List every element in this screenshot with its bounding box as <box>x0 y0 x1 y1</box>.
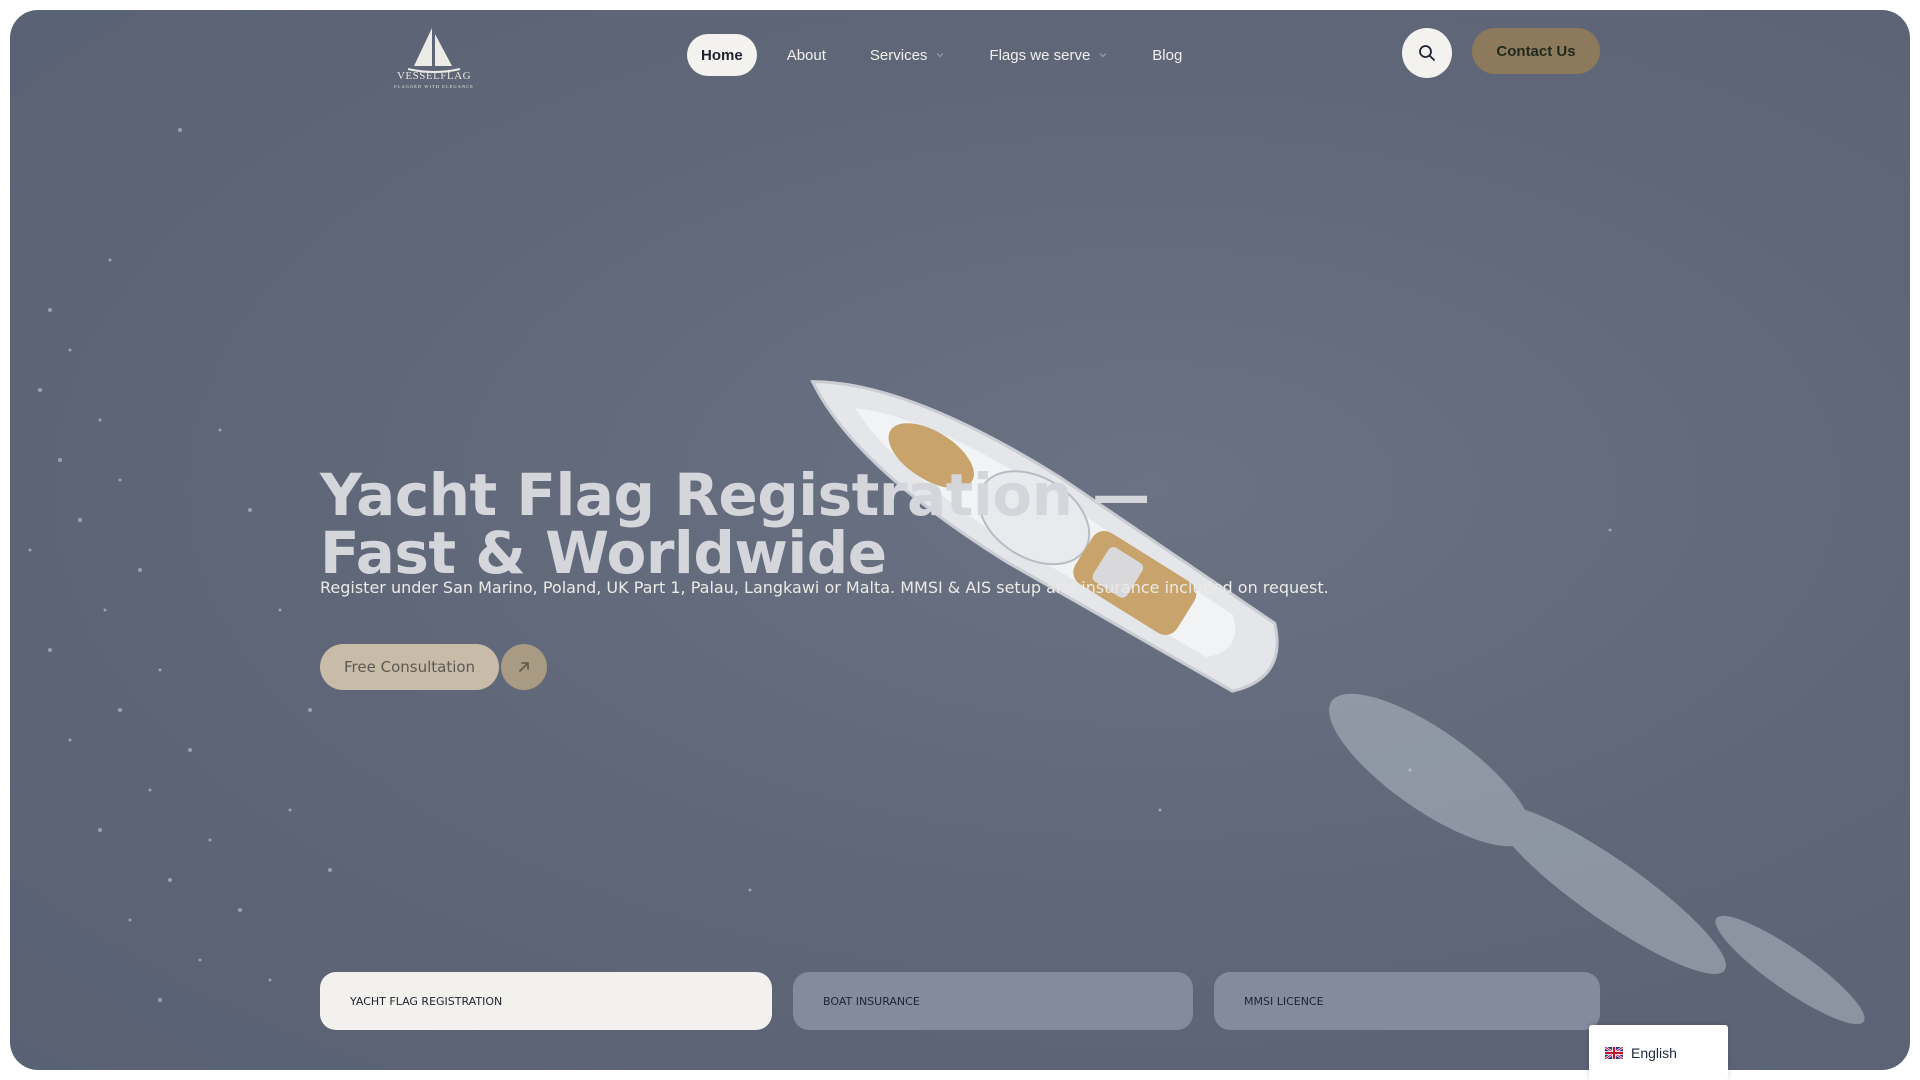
nav-blog[interactable]: Blog <box>1138 34 1196 76</box>
hero-section: VESSELFLAG FLAGGED WITH ELEGANCE Home Ab… <box>10 10 1910 1070</box>
cta-arrow-button[interactable] <box>501 644 548 690</box>
hero-title-line-1: Yacht Flag Registration — <box>320 461 1150 529</box>
hero-title-line-2: Fast & Worldwide <box>320 519 887 587</box>
nav-about[interactable]: About <box>773 34 840 76</box>
uk-flag-icon <box>1605 1046 1623 1059</box>
language-label: English <box>1631 1044 1677 1061</box>
hero-subtitle: Register under San Marino, Poland, UK Pa… <box>320 578 1329 597</box>
nav-home-label: Home <box>701 46 743 64</box>
nav-blog-label: Blog <box>1152 46 1183 64</box>
main-nav: Home About Services Flags we serve Blog <box>687 34 1196 76</box>
vesselflag-logo[interactable]: VESSELFLAG FLAGGED WITH ELEGANCE <box>374 22 494 102</box>
chevron-down-icon <box>1099 53 1107 58</box>
tab-boat-insurance[interactable]: BOAT INSURANCE <box>793 972 1193 1030</box>
sailboat-icon <box>407 28 461 73</box>
search-icon <box>1419 45 1435 61</box>
tab-yacht-flag-registration[interactable]: YACHT FLAG REGISTRATION <box>320 972 772 1030</box>
nav-flags[interactable]: Flags we serve <box>975 34 1122 76</box>
nav-services[interactable]: Services <box>856 34 960 76</box>
nav-flags-label: Flags we serve <box>989 46 1091 64</box>
contact-us-button[interactable]: Contact Us <box>1472 28 1600 74</box>
tab-mmsi-licence[interactable]: MMSI LICENCE <box>1214 972 1600 1030</box>
brand-name: VESSELFLAG <box>396 70 472 82</box>
cta-group: Free Consultation <box>320 644 548 690</box>
nav-home[interactable]: Home <box>687 34 757 76</box>
hero-title: Yacht Flag Registration — Fast & Worldwi… <box>320 466 1220 582</box>
arrow-up-right-icon <box>519 662 529 672</box>
free-consultation-button[interactable]: Free Consultation <box>320 644 500 690</box>
search-button[interactable] <box>1402 28 1452 78</box>
brand-tagline: FLAGGED WITH ELEGANCE <box>394 84 474 89</box>
language-selector[interactable]: English <box>1589 1025 1728 1080</box>
nav-services-label: Services <box>869 46 928 64</box>
chevron-down-icon <box>936 53 944 58</box>
nav-about-label: About <box>786 46 826 64</box>
